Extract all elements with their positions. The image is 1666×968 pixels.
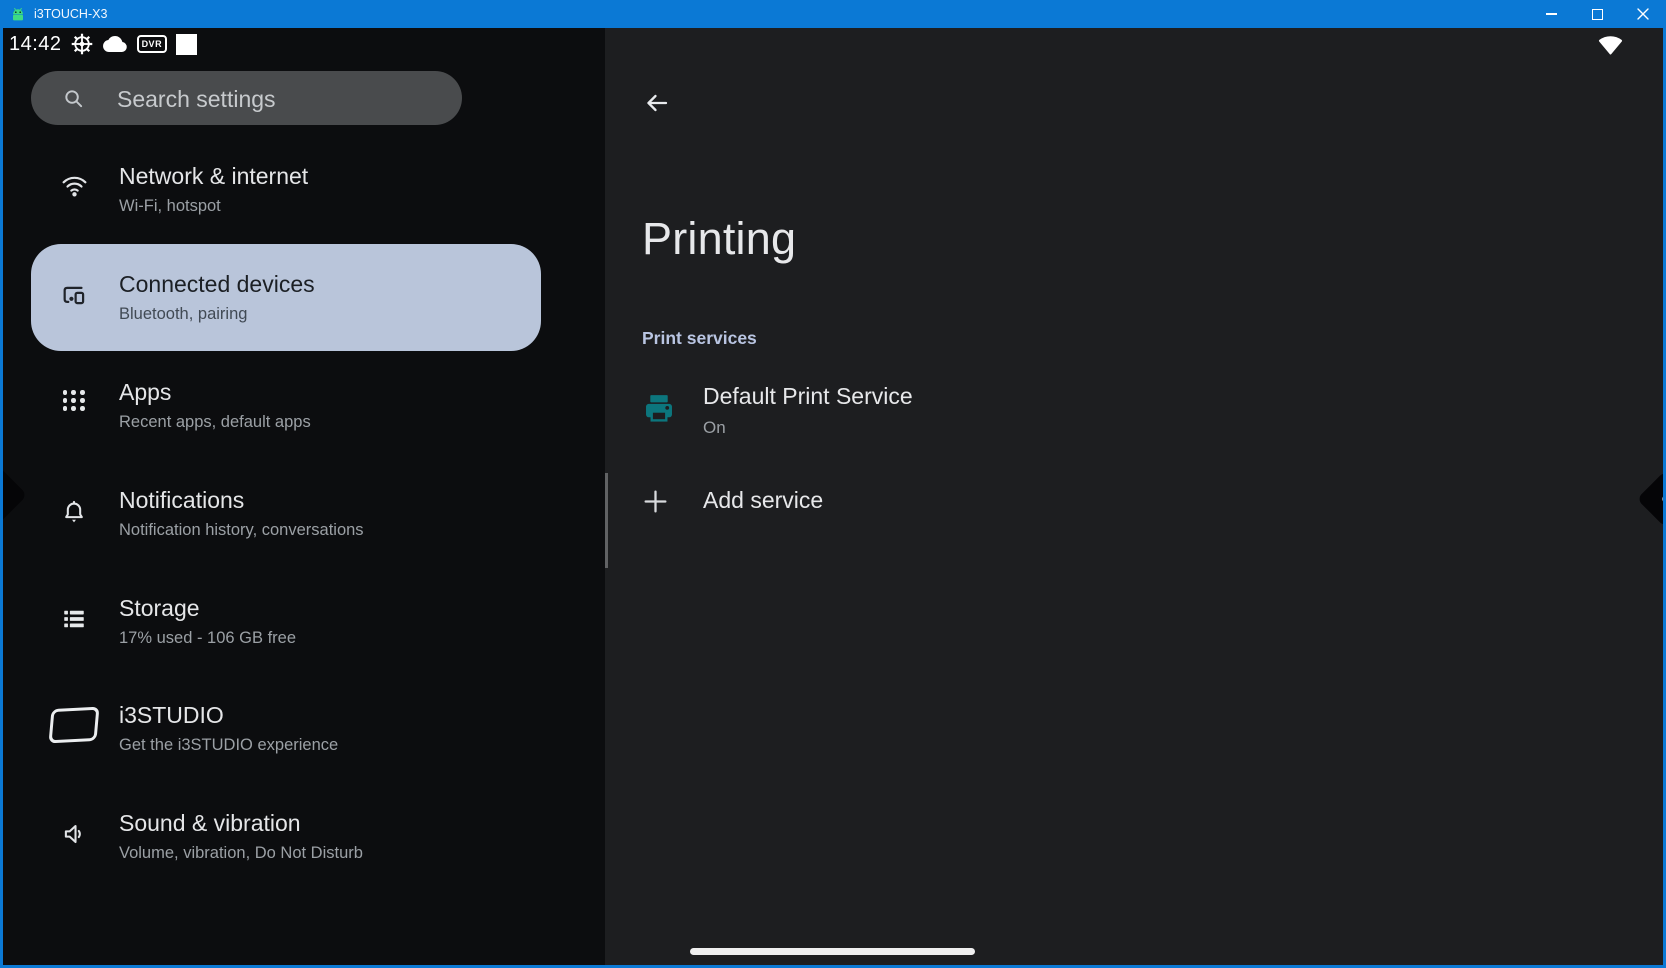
- close-button[interactable]: [1620, 0, 1666, 28]
- maximize-icon: [1591, 8, 1603, 20]
- search-icon: [65, 90, 83, 108]
- page-title: Printing: [642, 213, 797, 264]
- sidebar-item-title: Connected devices: [119, 271, 315, 297]
- maximize-button[interactable]: [1574, 0, 1620, 28]
- window-controls: [1528, 0, 1666, 28]
- search-input[interactable]: [115, 71, 449, 127]
- storage-icon: [47, 606, 101, 632]
- sidebar-item-storage[interactable]: Storage 17% used - 106 GB free: [0, 568, 605, 675]
- sidebar-item-title: Sound & vibration: [119, 810, 301, 836]
- print-services-section-header: Print services: [642, 328, 757, 348]
- sidebar-item-title: Storage: [119, 595, 200, 621]
- connected-devices-icon: [47, 282, 101, 310]
- android-status-bar: 14:42 DVR: [0, 28, 1666, 60]
- minimize-icon: [1545, 13, 1557, 15]
- gesture-navigation-bar[interactable]: [690, 948, 975, 955]
- cloud-icon: [102, 34, 128, 54]
- window-titlebar: i3TOUCH-X3: [0, 0, 1666, 28]
- sidebar-item-apps[interactable]: Apps Recent apps, default apps: [0, 352, 605, 459]
- sidebar-item-sound-vibration[interactable]: Sound & vibration Volume, vibration, Do …: [0, 783, 605, 890]
- window-title: i3TOUCH-X3: [34, 7, 108, 21]
- sidebar-item-title: Notifications: [119, 487, 245, 513]
- wifi-status-icon: [1597, 35, 1624, 60]
- apps-grid-icon: [47, 390, 101, 411]
- sidebar-item-notifications[interactable]: Notifications Notification history, conv…: [0, 460, 605, 567]
- i3studio-screen-icon: [47, 706, 101, 744]
- minimize-button[interactable]: [1528, 0, 1574, 28]
- add-service-label: Add service: [703, 487, 824, 513]
- sidebar-item-subtitle: Get the i3STUDIO experience: [119, 736, 339, 754]
- sidebar-item-subtitle: Wi-Fi, hotspot: [119, 197, 221, 215]
- sidebar-item-subtitle: Recent apps, default apps: [119, 413, 311, 431]
- sidebar-item-subtitle: Volume, vibration, Do Not Disturb: [119, 844, 363, 862]
- window-border: [0, 28, 3, 968]
- plus-icon: [642, 488, 669, 520]
- wifi-icon: [47, 174, 101, 198]
- add-service-row[interactable]: Add service: [605, 470, 1663, 532]
- close-icon: [1637, 8, 1649, 20]
- android-app-icon: [10, 6, 26, 22]
- status-clock: 14:42: [9, 32, 62, 55]
- sidebar-item-i3studio[interactable]: i3STUDIO Get the i3STUDIO experience: [0, 675, 605, 782]
- sidebar-item-title: Apps: [119, 379, 172, 405]
- notifications-bell-icon: [47, 498, 101, 526]
- sidebar-item-subtitle: Notification history, conversations: [119, 521, 364, 539]
- back-button[interactable]: [640, 86, 674, 120]
- sidebar-item-connected-devices[interactable]: Connected devices Bluetooth, pairing: [31, 244, 541, 351]
- dvr-badge-icon: DVR: [136, 35, 168, 53]
- back-arrow-icon: [647, 94, 668, 112]
- service-title: Default Print Service: [703, 383, 913, 409]
- search-settings-bar[interactable]: [31, 71, 462, 127]
- sidebar-item-title: Network & internet: [119, 163, 309, 189]
- sidebar-item-subtitle: Bluetooth, pairing: [119, 305, 248, 323]
- service-status: On: [703, 418, 726, 437]
- blank-square-icon: [176, 33, 198, 55]
- sidebar-item-title: i3STUDIO: [119, 702, 224, 728]
- settings-gear-icon: [71, 33, 93, 55]
- default-print-service-row[interactable]: Default Print Service On: [605, 372, 1663, 452]
- sidebar-item-subtitle: 17% used - 106 GB free: [119, 629, 297, 647]
- sidebar-item-network-internet[interactable]: Network & internet Wi-Fi, hotspot: [0, 136, 605, 243]
- app-window: 14:42 DVR Search settings Network & inte…: [0, 0, 1666, 968]
- printer-icon: [640, 390, 678, 433]
- speaker-icon: [47, 821, 101, 847]
